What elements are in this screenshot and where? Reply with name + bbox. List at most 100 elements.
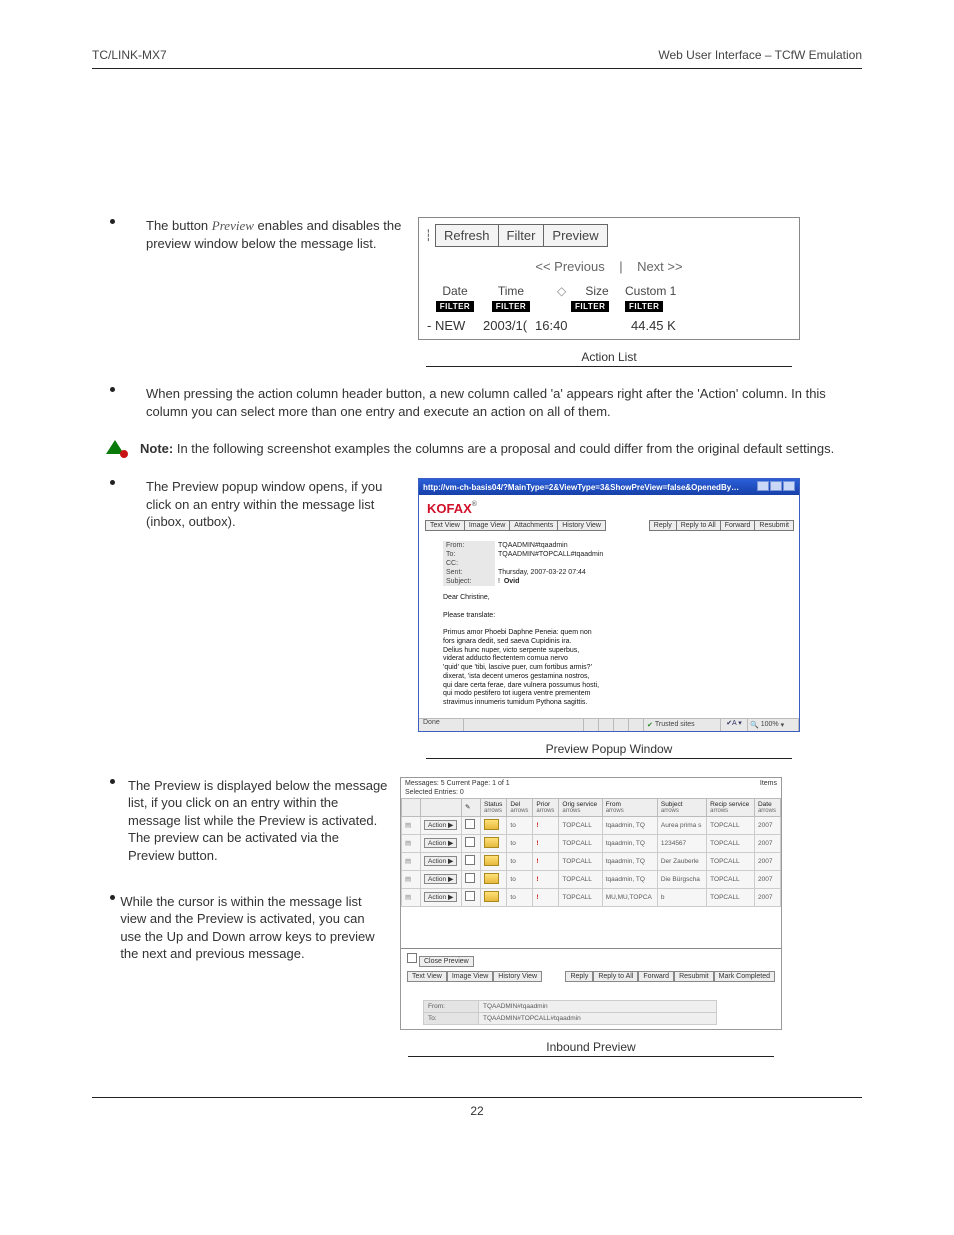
col-custom1[interactable]: Custom 1 bbox=[625, 284, 709, 298]
bullet-icon bbox=[110, 779, 115, 784]
filter-pill[interactable]: FILTER bbox=[492, 301, 530, 312]
footer-rule bbox=[92, 1097, 862, 1098]
cell-date: 2003/1( bbox=[483, 318, 535, 333]
body-text: The Preview is displayed below the messa… bbox=[128, 777, 388, 865]
window-title: http://vm-ch-basis04/?MainType=2&ViewTyp… bbox=[423, 483, 743, 492]
envelope-icon bbox=[484, 837, 499, 848]
checkbox[interactable] bbox=[465, 819, 475, 829]
checkbox[interactable] bbox=[465, 855, 475, 865]
preview-button[interactable]: Preview bbox=[543, 224, 607, 247]
prev-link[interactable]: << Previous bbox=[535, 259, 604, 274]
col-orig-service[interactable]: Orig servicearrows bbox=[559, 798, 602, 816]
table-row[interactable]: ▤Action ▶to!TOPCALLtqaadmin, TQ1234567TO… bbox=[402, 834, 781, 852]
trusted-icon: ✔ bbox=[647, 721, 653, 729]
col-time[interactable]: Time bbox=[483, 284, 539, 298]
figure-preview-popup: http://vm-ch-basis04/?MainType=2&ViewTyp… bbox=[418, 478, 800, 732]
close-preview-button[interactable]: Close Preview bbox=[419, 956, 474, 967]
envelope-icon bbox=[484, 891, 499, 902]
filter-pill[interactable]: FILTER bbox=[571, 301, 609, 312]
header-right: Web User Interface – TCfW Emulation bbox=[658, 48, 862, 62]
preview-word: Preview bbox=[212, 218, 254, 233]
next-link[interactable]: Next >> bbox=[637, 259, 683, 274]
priority-icon: ! bbox=[536, 858, 538, 865]
envelope-icon bbox=[484, 819, 499, 830]
action-button[interactable]: Action ▶ bbox=[424, 856, 457, 866]
body-text: While the cursor is within the message l… bbox=[120, 893, 388, 963]
note-icon bbox=[104, 438, 132, 460]
note-label: Note: bbox=[140, 441, 173, 456]
body-text: The button bbox=[146, 218, 212, 233]
forward-button[interactable]: Forward bbox=[720, 520, 756, 531]
zoom-icon: 🔍 bbox=[750, 721, 759, 729]
action-button[interactable]: Action ▶ bbox=[424, 874, 457, 884]
bullet-icon bbox=[110, 387, 115, 392]
reply-all-button[interactable]: Reply to All bbox=[593, 971, 638, 982]
table-row[interactable]: ▤Action ▶to!TOPCALLtqaadmin, TQAurea pri… bbox=[402, 816, 781, 834]
window-buttons[interactable] bbox=[756, 481, 795, 493]
meta-to-label: To: bbox=[424, 1012, 479, 1024]
figure-action-list: ┆ Refresh Filter Preview << Previous | N… bbox=[418, 217, 800, 340]
tab-text-view[interactable]: Text View bbox=[425, 520, 465, 531]
tab-image-view[interactable]: Image View bbox=[447, 971, 493, 982]
priority-icon: ! bbox=[536, 894, 538, 901]
filter-pill[interactable]: FILTER bbox=[436, 301, 474, 312]
table-row[interactable]: ▤Action ▶to!TOPCALLtqaadmin, TQDer Zaube… bbox=[402, 852, 781, 870]
priority-icon: ! bbox=[536, 822, 538, 829]
action-button[interactable]: Action ▶ bbox=[424, 838, 457, 848]
col-del[interactable]: Delarrows bbox=[507, 798, 533, 816]
items-label: Items bbox=[760, 780, 777, 787]
checkbox[interactable] bbox=[465, 873, 475, 883]
resubmit-button[interactable]: Resubmit bbox=[754, 520, 794, 531]
col-prior[interactable]: Priorarrows bbox=[533, 798, 559, 816]
bullet-icon bbox=[110, 219, 115, 224]
drag-handle-icon: ┆ bbox=[425, 229, 432, 242]
note-text: In the following screenshot examples the… bbox=[177, 441, 834, 456]
table-row[interactable]: ▤Action ▶to!TOPCALLtqaadmin, TQDie Bürgs… bbox=[402, 870, 781, 888]
reply-all-button[interactable]: Reply to All bbox=[676, 520, 721, 531]
window-titlebar: http://vm-ch-basis04/?MainType=2&ViewTyp… bbox=[419, 479, 799, 495]
tab-history-view[interactable]: History View bbox=[493, 971, 542, 982]
checkbox[interactable] bbox=[465, 891, 475, 901]
bullet-icon bbox=[110, 480, 115, 485]
col-from[interactable]: Fromarrows bbox=[602, 798, 657, 816]
diamond-icon: ◇ bbox=[557, 284, 566, 298]
page-number: 22 bbox=[92, 1104, 862, 1118]
forward-button[interactable]: Forward bbox=[638, 971, 674, 982]
checkbox[interactable] bbox=[465, 837, 475, 847]
col-date[interactable]: Datearrows bbox=[754, 798, 780, 816]
reply-button[interactable]: Reply bbox=[649, 520, 677, 531]
priority-icon: ! bbox=[536, 840, 538, 847]
header-left: TC/LINK-MX7 bbox=[92, 48, 167, 62]
cell-time: 16:40 bbox=[535, 318, 581, 333]
tab-history-view[interactable]: History View bbox=[557, 520, 606, 531]
resubmit-button[interactable]: Resubmit bbox=[674, 971, 714, 982]
action-button[interactable]: Action ▶ bbox=[424, 820, 457, 830]
message-body: Dear Christine, Please translate: Primus… bbox=[443, 586, 775, 708]
envelope-icon bbox=[484, 855, 499, 866]
tab-text-view[interactable]: Text View bbox=[407, 971, 447, 982]
figure-caption: Preview Popup Window bbox=[426, 732, 792, 759]
priority-icon: ! bbox=[536, 876, 538, 883]
refresh-button[interactable]: Refresh bbox=[435, 224, 499, 247]
envelope-icon bbox=[484, 873, 499, 884]
filter-button[interactable]: Filter bbox=[498, 224, 545, 247]
reply-button[interactable]: Reply bbox=[565, 971, 593, 982]
message-table: ✎ Statusarrows Delarrows Priorarrows Ori… bbox=[401, 798, 781, 907]
pencil-icon[interactable]: ✎ bbox=[465, 804, 470, 811]
action-button[interactable]: Action ▶ bbox=[424, 892, 457, 902]
col-subject[interactable]: Subjectarrows bbox=[657, 798, 706, 816]
checkbox[interactable] bbox=[407, 953, 417, 963]
col-recip-service[interactable]: Recip servicearrows bbox=[707, 798, 755, 816]
tab-image-view[interactable]: Image View bbox=[464, 520, 510, 531]
figure-caption: Inbound Preview bbox=[408, 1030, 774, 1057]
table-row[interactable]: ▤Action ▶to!TOPCALLMU,MU,TOPCAbTOPCALL20… bbox=[402, 888, 781, 906]
col-size[interactable]: Size bbox=[585, 284, 608, 298]
tab-attachments[interactable]: Attachments bbox=[509, 520, 558, 531]
col-date[interactable]: Date bbox=[427, 284, 483, 298]
brand-logo: KOFAX® bbox=[419, 495, 799, 520]
body-text: When pressing the action column header b… bbox=[146, 385, 862, 420]
col-status[interactable]: Statusarrows bbox=[481, 798, 507, 816]
cell-new: - NEW bbox=[427, 318, 483, 333]
mark-completed-button[interactable]: Mark Completed bbox=[714, 971, 775, 982]
filter-pill[interactable]: FILTER bbox=[625, 301, 663, 312]
